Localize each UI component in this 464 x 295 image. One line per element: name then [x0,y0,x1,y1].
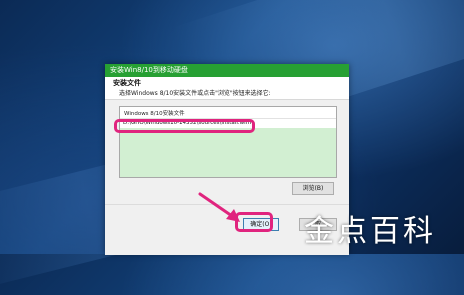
section-instruction: 选择Windows 8/10安装文件或点击"浏览"按钮来选择它: [119,90,271,97]
watermark-text: 金点百科 [304,214,436,249]
dialog-title: 安装Win8/10到移动硬盘 [110,66,188,74]
dialog-titlebar[interactable]: 安装Win8/10到移动硬盘 [105,64,349,77]
dialog-header: 安装文件 选择Windows 8/10安装文件或点击"浏览"按钮来选择它: [105,77,349,100]
browse-button[interactable]: 浏览(B) [292,182,334,195]
pointer-arrow-icon [198,192,240,222]
highlight-box-file-path [114,119,255,133]
install-file-list[interactable]: Windows 8/10安装文件 D:\GHO\Windows10-14352\… [119,106,337,178]
list-column-header-label: Windows 8/10安装文件 [124,111,185,117]
list-column-header: Windows 8/10安装文件 [120,107,336,119]
section-title: 安装文件 [113,79,141,87]
